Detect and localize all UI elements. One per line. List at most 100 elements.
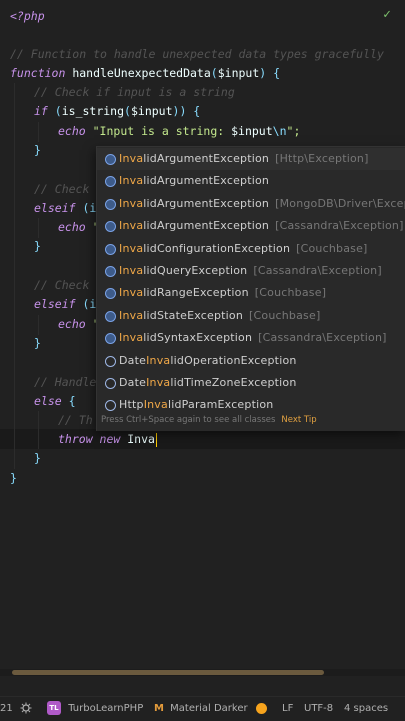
code-token: "Input is a string:	[92, 124, 232, 138]
completion-item[interactable]: InvalidArgumentException [MongoDB\Driver\…	[97, 193, 405, 215]
code-line: elseif (is	[34, 198, 103, 218]
line-ending[interactable]: LF	[282, 697, 293, 721]
completion-item-label: InvalidSyntaxException [Cassandra\Excepti…	[119, 327, 387, 349]
code-line: if (is_string($input)) {	[34, 101, 200, 121]
line-col-indicator[interactable]: 21	[0, 697, 13, 721]
code-token: $input	[130, 104, 173, 118]
code-token: elseif	[34, 201, 83, 215]
code-line: // Function to handle unexpected data ty…	[10, 44, 384, 64]
completion-item[interactable]: InvalidArgumentException [Http\Exception]	[97, 148, 405, 170]
completion-item-label: DateInvalidOperationException	[119, 350, 303, 372]
completion-item-post: lidArgumentException	[143, 174, 270, 188]
plugin-widget[interactable]: TL TurboLearnPHP	[47, 697, 143, 721]
completion-item-label: InvalidArgumentException [MongoDB\Driver\…	[119, 193, 405, 215]
completion-item-pre: Date	[119, 376, 147, 389]
code-token: throw	[58, 432, 100, 446]
material-theme-icon: M	[154, 703, 164, 714]
completion-item-post: lidRangeException	[143, 286, 249, 300]
completion-item-post: lidStateException	[143, 308, 244, 322]
completion-item[interactable]: InvalidConfigurationException [Couchbase]	[97, 238, 405, 260]
bug-icon[interactable]	[20, 697, 32, 721]
completion-item-post: lidArgumentException	[143, 196, 270, 210]
indent-setting[interactable]: 4 spaces	[344, 697, 388, 721]
code-line: elseif (is	[34, 294, 103, 314]
code-token: echo	[58, 124, 93, 138]
completion-item-pre: Date	[119, 353, 147, 367]
code-token: ";	[286, 124, 301, 138]
completion-item[interactable]: InvalidArgumentException	[97, 170, 405, 192]
completion-item-pkg: [Cassandra\Exception]	[275, 219, 404, 233]
code-line: }	[34, 140, 41, 160]
code-line: }	[34, 448, 41, 468]
completion-item-hl: Inva	[119, 331, 144, 345]
code-token: else	[34, 394, 69, 408]
completion-item-post: lidArgumentException	[143, 152, 270, 165]
code-token: }	[34, 336, 41, 350]
indent-guide	[38, 218, 39, 238]
indent-guide	[38, 122, 39, 142]
text-caret	[155, 432, 157, 447]
code-token: is_string	[61, 104, 125, 118]
completion-item-pkg: [Http\Exception]	[275, 152, 369, 165]
completion-item-hl: Inva	[119, 196, 144, 210]
completion-item-label: InvalidRangeException [Couchbase]	[119, 282, 326, 304]
code-line: }	[34, 333, 41, 353]
completion-item[interactable]: InvalidStateException [Couchbase]	[97, 305, 405, 327]
completion-item-pkg: [Couchbase]	[296, 241, 368, 255]
code-line: // Check if input is a string	[34, 82, 235, 102]
indent-guide	[38, 411, 39, 449]
completion-item[interactable]: DateInvalidTimeZoneException	[97, 372, 405, 394]
class-icon	[105, 176, 116, 188]
completion-item[interactable]: DateInvalidOperationException	[97, 350, 405, 372]
file-encoding[interactable]: UTF-8	[304, 697, 333, 721]
code-token: }	[34, 451, 41, 465]
completion-item-label: InvalidQueryException [Cassandra\Exceptio…	[119, 260, 382, 282]
code-token: // Check if input is a string	[34, 85, 235, 99]
class-icon	[105, 243, 116, 255]
completion-item[interactable]: InvalidArgumentException [Cassandra\Excep…	[97, 215, 405, 237]
completion-item-post: lidTimeZoneException	[170, 376, 297, 389]
completion-item-pkg: [Cassandra\Exception]	[253, 264, 382, 277]
code-token: $input	[217, 66, 260, 80]
code-line: throw new Inva	[58, 429, 157, 449]
plugin-badge-icon: TL	[47, 701, 61, 715]
completion-item-hl: Inva	[119, 152, 144, 165]
next-tip-link[interactable]: Next Tip	[281, 415, 316, 425]
code-token: // Check i	[34, 182, 104, 196]
completion-item-label: InvalidArgumentException	[119, 170, 275, 192]
completion-item-hl: Inva	[146, 353, 171, 367]
code-token: // Check i	[34, 278, 104, 292]
class-c-icon	[105, 378, 116, 389]
code-editor[interactable]: <?php // Function to handle unexpected da…	[0, 0, 405, 672]
completion-footer: Press Ctrl+Space again to see all classe…	[97, 409, 405, 431]
accent-dot-icon[interactable]	[256, 697, 267, 721]
theme-name: Material Darker	[170, 703, 248, 714]
code-token: (	[124, 104, 131, 118]
code-token: }	[10, 471, 17, 485]
inspection-ok-icon[interactable]: ✓	[383, 7, 391, 22]
completion-item-pkg: [MongoDB\Driver\Exception]	[275, 196, 405, 210]
code-token: Inva	[127, 432, 155, 446]
class-icon	[105, 310, 116, 322]
completion-item[interactable]: InvalidRangeException [Couchbase]	[97, 282, 405, 304]
completion-item-pkg: [Cassandra\Exception]	[258, 331, 387, 345]
code-token: echo	[58, 317, 93, 331]
code-token: (	[54, 104, 62, 118]
completion-item[interactable]: InvalidQueryException [Cassandra\Exceptio…	[97, 260, 405, 282]
completion-item-hl: Inva	[119, 264, 144, 277]
completion-item[interactable]: InvalidSyntaxException [Cassandra\Excepti…	[97, 327, 405, 349]
code-token: <?php	[10, 9, 45, 23]
theme-widget[interactable]: M Material Darker	[154, 697, 248, 721]
code-token: function	[10, 66, 73, 80]
completion-hint: Press Ctrl+Space again to see all classe…	[101, 415, 276, 425]
class-icon	[105, 198, 116, 210]
indent-guide	[14, 83, 15, 469]
completion-popup[interactable]: InvalidArgumentException [Http\Exception]…	[96, 146, 405, 431]
completion-item-label: DateInvalidTimeZoneException	[119, 372, 303, 394]
code-line: echo "	[58, 314, 100, 334]
code-token: // Handle	[34, 375, 97, 389]
completion-item-label: InvalidArgumentException [Http\Exception]	[119, 148, 369, 170]
completion-item-post: lidOperationException	[170, 353, 297, 367]
horizontal-scrollbar-thumb[interactable]	[12, 670, 324, 675]
code-token: }	[34, 239, 41, 253]
